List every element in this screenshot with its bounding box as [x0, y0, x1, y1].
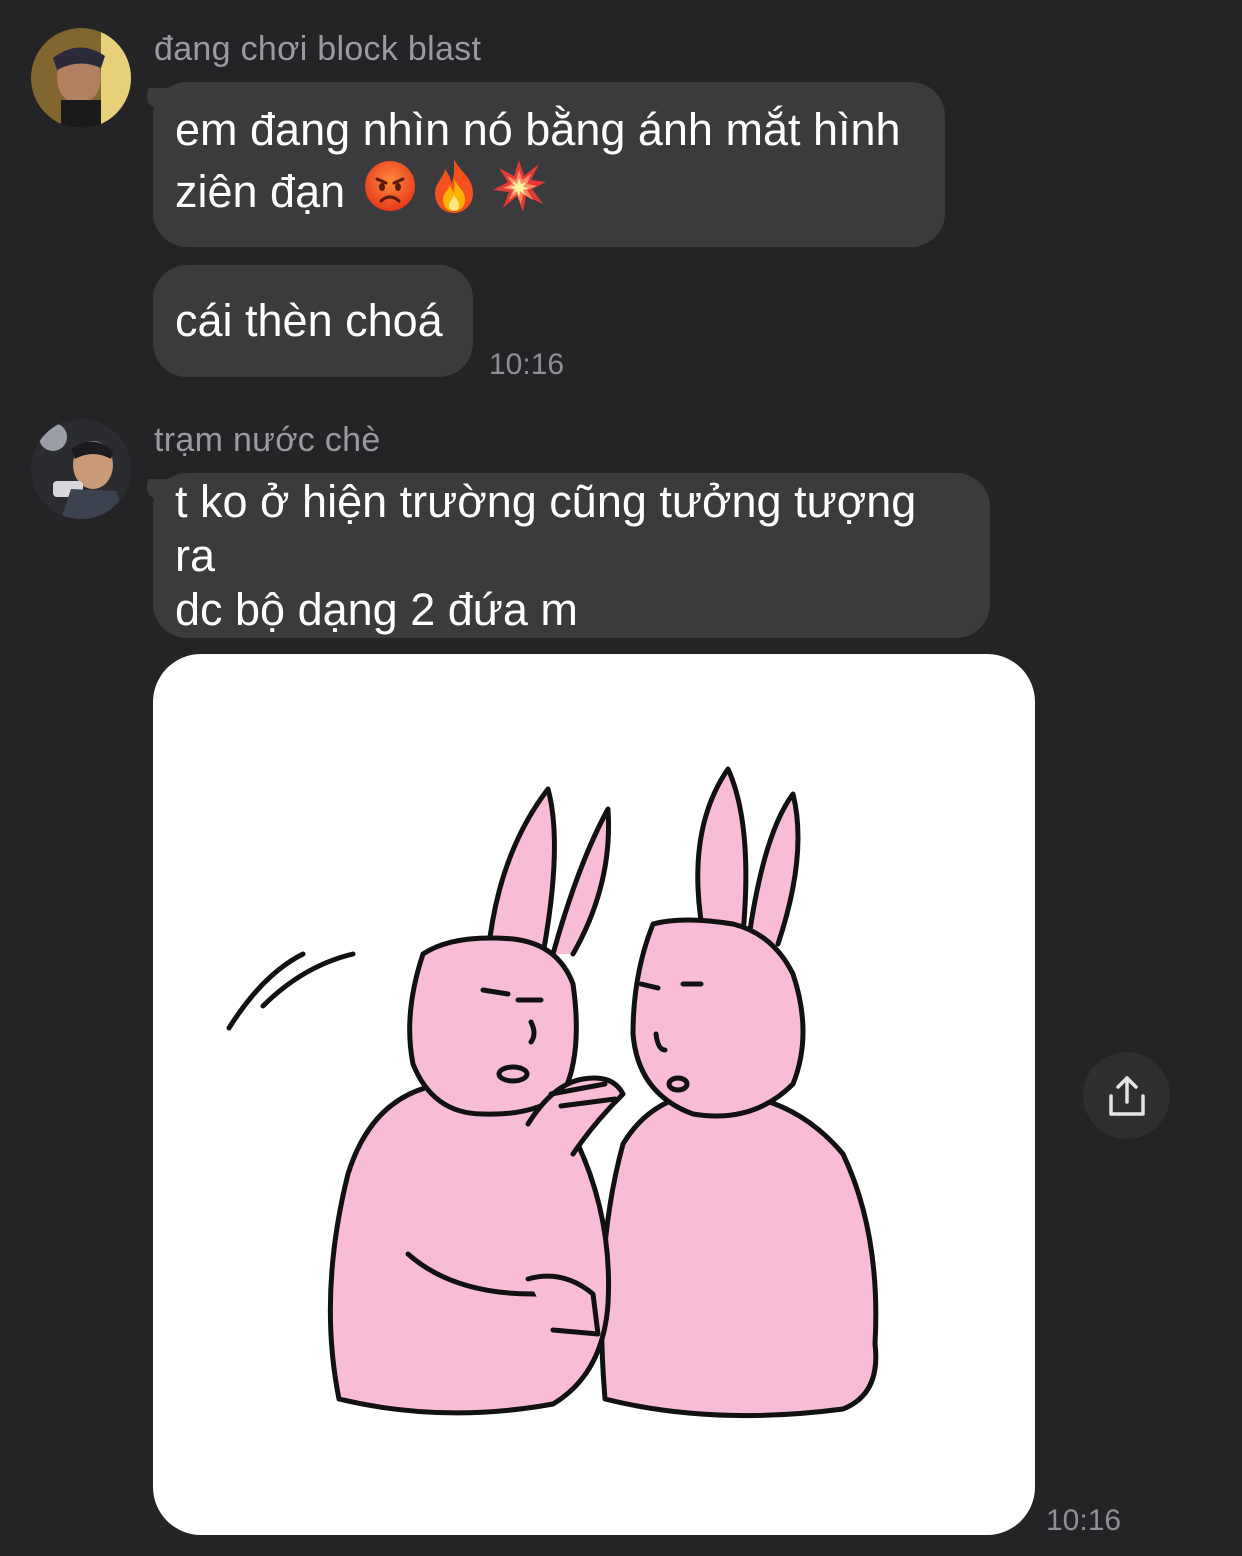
collision-icon: [491, 158, 547, 226]
message-text: cái thèn choá: [175, 295, 443, 346]
message-text: t ko ở hiện trường cũng tưởng tượng ra: [175, 475, 917, 581]
avatar[interactable]: [31, 419, 131, 519]
message-text: ziên đạn: [175, 165, 346, 217]
message-bubble[interactable]: cái thèn choá: [153, 265, 473, 377]
message-timestamp: 10:16: [1046, 1504, 1122, 1537]
message-bubble[interactable]: em đang nhìn nó bằng ánh mắt hình ziên đ…: [153, 82, 945, 247]
avatar[interactable]: [31, 28, 131, 128]
share-icon: [1108, 1075, 1145, 1116]
message-bubble[interactable]: t ko ở hiện trường cũng tưởng tượng ra d…: [153, 473, 990, 638]
sender-name: trạm nước chè: [154, 421, 381, 459]
fire-icon: [429, 157, 479, 227]
sticker-image[interactable]: [153, 654, 1035, 1535]
message-timestamp: 10:16: [489, 348, 565, 381]
share-button[interactable]: [1083, 1052, 1170, 1139]
two-pink-rabbits-sticker-icon: [226, 766, 879, 1419]
message-text: dc bộ dạng 2 đứa m: [175, 583, 578, 635]
angry-face-icon: [363, 159, 417, 225]
message-text: em đang nhìn nó bằng ánh mắt hình: [175, 103, 901, 155]
sender-name: đang chơi block blast: [154, 30, 482, 68]
